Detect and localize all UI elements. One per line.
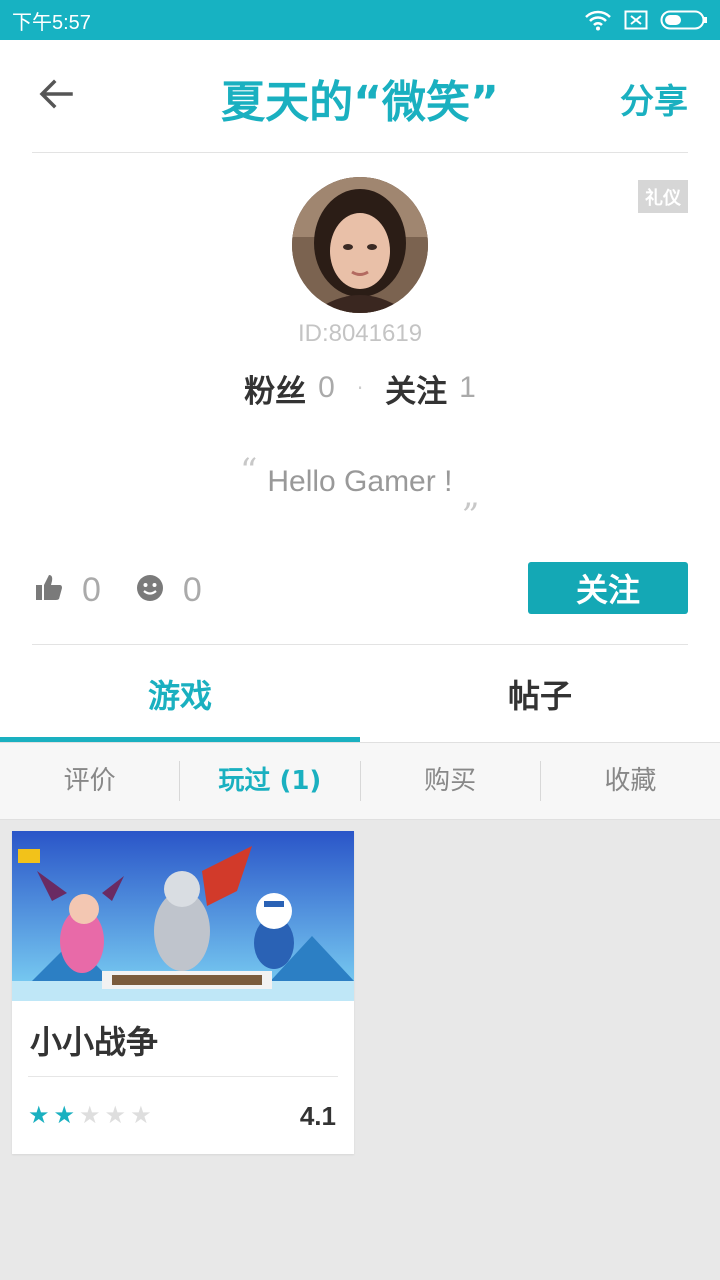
- subtab-purchased[interactable]: 购买: [361, 761, 541, 801]
- likes-count: 0: [82, 570, 101, 609]
- fans-count[interactable]: 0: [318, 371, 335, 405]
- star-icon: ★: [53, 1101, 76, 1129]
- game-score: 4.1: [299, 1101, 336, 1131]
- share-button[interactable]: 分享: [620, 74, 688, 123]
- following-count[interactable]: 1: [459, 371, 476, 405]
- card-divider: [28, 1076, 338, 1077]
- star-icon: ★: [104, 1101, 127, 1129]
- bio-text: Hello Gamer !: [267, 465, 453, 498]
- bio: “ Hello Gamer ! „: [0, 451, 720, 515]
- quote-open-icon: “: [239, 451, 258, 491]
- game-banner-image: [12, 831, 354, 1001]
- status-bar: 下午5:57: [0, 0, 720, 40]
- sub-tabs: 评价 玩过 (1) 购买 收藏: [0, 742, 720, 820]
- status-time: 下午5:57: [12, 11, 91, 34]
- battery-icon: [660, 9, 708, 31]
- main-tabs: 游戏 帖子: [0, 645, 720, 742]
- status-icons: [584, 9, 708, 31]
- game-title: 小小战争: [30, 1023, 159, 1061]
- quote-close-icon: „: [462, 475, 481, 515]
- page-title: 夏天的“微笑”: [221, 77, 499, 128]
- subtab-favorites[interactable]: 收藏: [541, 761, 720, 801]
- like-reaction[interactable]: 0: [34, 571, 101, 610]
- reactions: 0 0: [34, 570, 236, 610]
- smile-reaction[interactable]: 0: [135, 571, 202, 610]
- sim-icon: [624, 10, 648, 30]
- following-label[interactable]: 关注: [385, 366, 447, 411]
- user-id: ID:8041619: [297, 320, 423, 347]
- header: 夏天的“微笑” 分享: [0, 40, 720, 152]
- etiquette-badge[interactable]: 礼仪: [638, 180, 688, 213]
- smiley-icon: [135, 573, 165, 607]
- follow-button[interactable]: 关注: [528, 562, 688, 614]
- subtab-reviews[interactable]: 评价: [0, 761, 181, 801]
- rating-stars: ★ ★ ★ ★ ★: [28, 1103, 152, 1127]
- profile-page: 下午5:57 夏天的“微笑” 分享 礼仪 ID:8041619 粉丝 0 · 关…: [0, 0, 720, 1280]
- game-card[interactable]: 小小战争 ★ ★ ★ ★ ★ 4.1: [12, 831, 354, 1154]
- fans-label[interactable]: 粉丝: [244, 366, 306, 411]
- wifi-icon: [584, 9, 612, 31]
- header-divider: [32, 152, 688, 153]
- star-icon: ★: [28, 1101, 50, 1129]
- profile-section: 夏天的“微笑” 分享 礼仪 ID:8041619 粉丝 0 · 关注 1 “ H…: [0, 40, 720, 742]
- smiles-count: 0: [182, 570, 202, 609]
- avatar[interactable]: [292, 177, 428, 313]
- star-icon: ★: [130, 1101, 152, 1129]
- follow-stats: 粉丝 0 · 关注 1: [0, 366, 720, 410]
- tab-posts[interactable]: 帖子: [360, 645, 720, 742]
- tab-games[interactable]: 游戏: [0, 645, 360, 742]
- star-icon: ★: [79, 1101, 101, 1129]
- thumbs-up-icon: [34, 573, 64, 607]
- stats-separator: ·: [356, 376, 364, 400]
- subtab-played[interactable]: 玩过 (1): [180, 761, 361, 801]
